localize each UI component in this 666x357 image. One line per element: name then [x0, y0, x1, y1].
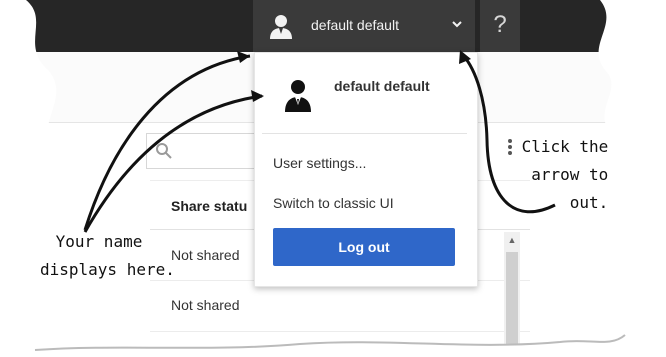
app-screenshot: default default ? Share statu Not shared… — [0, 0, 666, 357]
torn-paper-frame — [0, 0, 666, 357]
